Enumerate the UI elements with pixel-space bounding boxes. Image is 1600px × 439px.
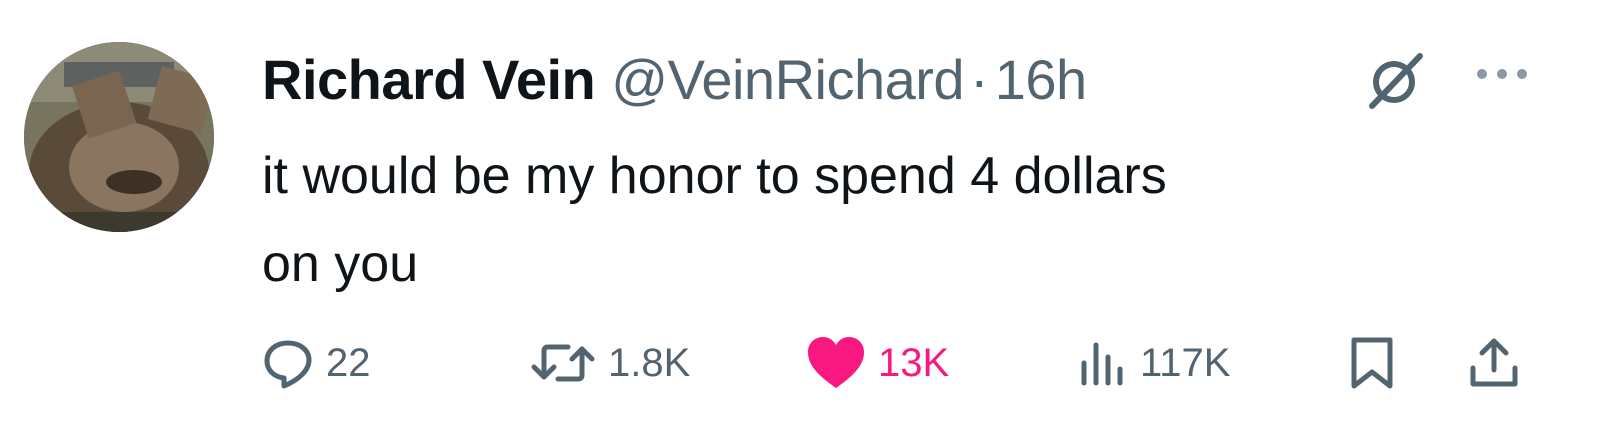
separator: · — [970, 47, 989, 111]
tweet-header: Richard Vein @VeinRichard · 16h — [262, 44, 1087, 114]
timestamp[interactable]: 16h — [995, 47, 1087, 112]
like-count: 13K — [878, 340, 950, 385]
more-icon[interactable] — [1474, 62, 1530, 86]
repost-icon — [530, 337, 596, 389]
repost-button[interactable]: 1.8K — [530, 328, 690, 398]
tweet[interactable]: Richard Vein @VeinRichard · 16h it would… — [0, 0, 1600, 439]
reply-button[interactable]: 22 — [262, 328, 371, 398]
bookmark-icon — [1348, 336, 1396, 390]
share-button[interactable] — [1468, 328, 1520, 398]
like-button[interactable]: 13K — [806, 328, 949, 398]
avatar-image — [24, 42, 214, 232]
avatar[interactable] — [24, 42, 214, 232]
tweet-text-line-1: it would be my honor to spend 4 dollars — [262, 147, 1167, 205]
bookmark-button[interactable] — [1348, 328, 1396, 398]
reply-icon — [262, 337, 314, 389]
views-count: 117K — [1140, 340, 1231, 385]
action-bar: 22 1.8K 13K 117K — [262, 328, 1542, 398]
display-name[interactable]: Richard Vein — [262, 47, 596, 112]
tweet-text-line-2: on you — [262, 235, 419, 293]
views-icon — [1076, 337, 1128, 389]
share-icon — [1468, 336, 1520, 390]
views-button[interactable]: 117K — [1076, 328, 1230, 398]
heart-icon — [806, 336, 866, 390]
grok-icon[interactable] — [1364, 48, 1428, 112]
repost-count: 1.8K — [608, 340, 691, 385]
reply-count: 22 — [326, 340, 371, 385]
user-handle[interactable]: @VeinRichard — [611, 47, 964, 112]
tweet-text: it would be my honor to spend 4 dollars … — [262, 132, 1522, 308]
